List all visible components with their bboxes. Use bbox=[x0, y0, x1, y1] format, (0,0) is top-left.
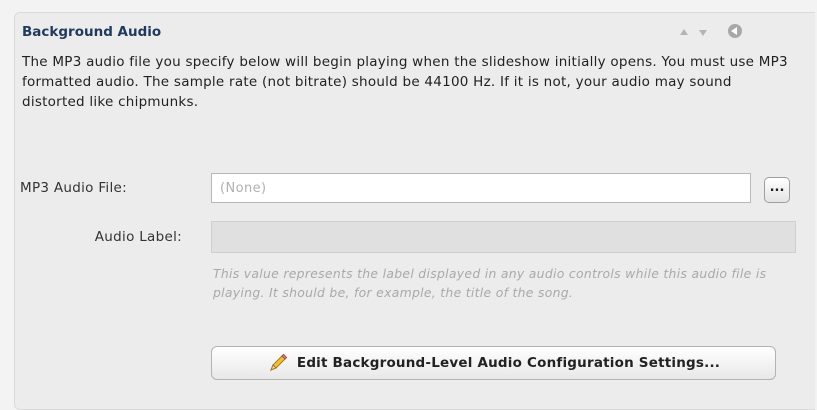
audio-label-hint: This value represents the label displaye… bbox=[213, 266, 767, 300]
edit-audio-settings-label: Edit Background-Level Audio Configuratio… bbox=[296, 355, 721, 371]
mp3-file-label: MP3 Audio File: bbox=[20, 180, 127, 196]
edit-audio-settings-button[interactable]: Edit Background-Level Audio Configuratio… bbox=[211, 346, 776, 380]
section-description: The MP3 audio file you specify below wil… bbox=[22, 54, 788, 110]
move-up-icon[interactable] bbox=[680, 29, 688, 35]
move-down-icon[interactable] bbox=[699, 30, 707, 36]
section-title: Background Audio bbox=[22, 24, 162, 40]
audio-label-input[interactable] bbox=[211, 221, 796, 253]
browse-button[interactable]: ... bbox=[764, 177, 790, 203]
collapse-icon[interactable] bbox=[728, 24, 742, 38]
audio-label-label: Audio Label: bbox=[94, 229, 182, 245]
pencil-icon bbox=[269, 353, 288, 371]
mp3-file-input[interactable]: (None) bbox=[211, 173, 751, 203]
